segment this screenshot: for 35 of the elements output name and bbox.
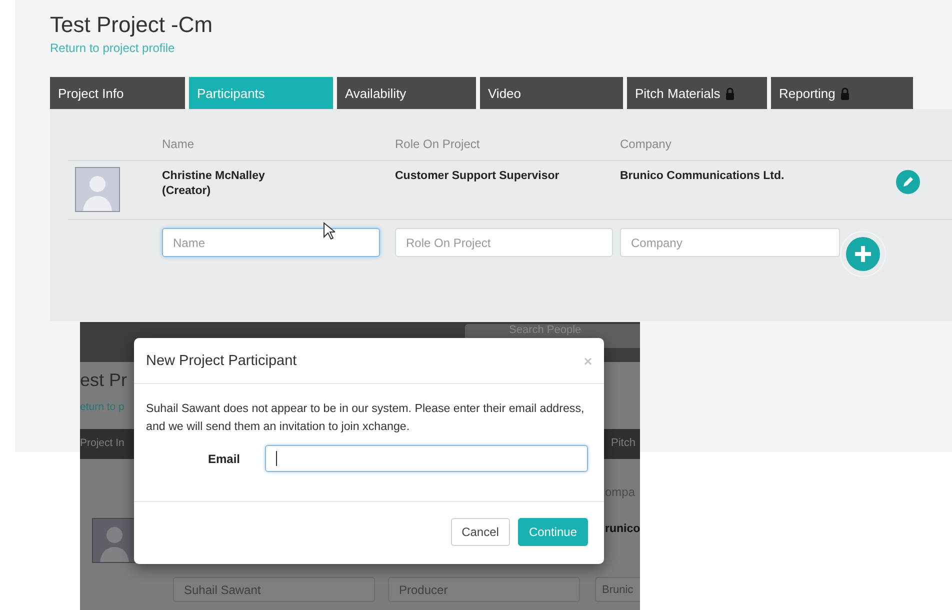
table-cell-text: Brunico Communications Ltd.	[620, 169, 786, 184]
participant-name: Christine McNalley	[162, 169, 266, 184]
tab[interactable]: Reporting	[771, 77, 913, 109]
email-label: Email	[206, 452, 240, 466]
tab-label: Project In	[80, 437, 124, 449]
email-field[interactable]	[265, 445, 588, 472]
input-field: Brunic	[595, 577, 640, 602]
tab[interactable]: Availability	[337, 77, 476, 109]
table-cell-text: Customer Support Supervisor	[395, 169, 560, 184]
cursor-icon	[323, 222, 335, 240]
column-header: Name	[162, 137, 196, 151]
dialog-message: Suhail Sawant does not appear to be in our system. Please enter their email address, and we will send them an invitation to join xchange.	[146, 401, 586, 435]
avatar-icon	[92, 518, 137, 563]
input-field[interactable]: Name	[162, 228, 380, 257]
input-field[interactable]: Role On Project	[395, 228, 613, 257]
avatar-icon	[75, 167, 120, 212]
lock-icon	[840, 86, 850, 100]
tab-label: Pitch	[611, 437, 636, 449]
lock-icon	[725, 86, 736, 100]
cancel-button[interactable]: Cancel	[450, 518, 510, 546]
dialog-title: New Project Participant	[146, 352, 297, 368]
input-field: Suhail Sawant	[173, 577, 375, 602]
tab[interactable]: Project Info	[50, 77, 185, 109]
edit-icon[interactable]	[896, 170, 920, 194]
input-field[interactable]: Company	[620, 228, 840, 257]
tab[interactable]: Pitch Materials	[627, 77, 767, 109]
project-title: est Pr	[80, 370, 128, 391]
column-header: Role On Project	[395, 137, 481, 151]
tab[interactable]: Video	[480, 77, 623, 109]
table-cell: runico	[605, 523, 640, 535]
input-field: Producer	[388, 577, 580, 602]
project-title: Test Project -Cm	[50, 12, 214, 38]
column-header: Company	[620, 137, 672, 151]
participant-note: (Creator)	[162, 184, 212, 199]
add-icon[interactable]	[846, 237, 880, 271]
